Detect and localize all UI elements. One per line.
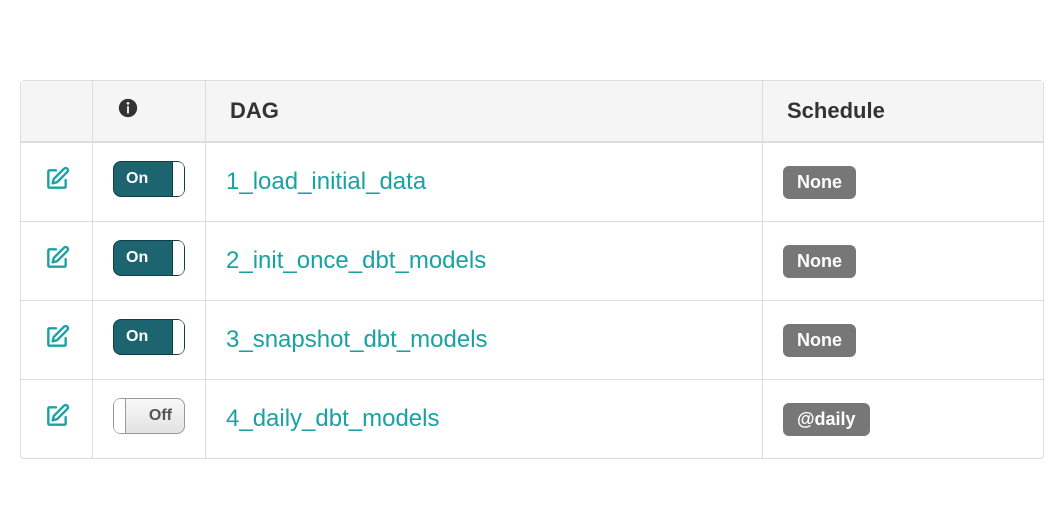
toggle-handle: [114, 399, 126, 433]
toggle-handle: [172, 241, 184, 275]
dag-link[interactable]: 2_init_once_dbt_models: [226, 247, 486, 274]
dag-table: DAG Schedule On 1_load_initial_data None: [20, 80, 1044, 459]
header-schedule: Schedule: [763, 81, 1043, 143]
dag-link[interactable]: 1_load_initial_data: [226, 168, 426, 195]
toggle-label: On: [126, 170, 148, 188]
pencil-icon: [48, 170, 65, 187]
dag-toggle[interactable]: On: [113, 161, 185, 197]
schedule-badge[interactable]: @daily: [783, 403, 870, 436]
edit-button[interactable]: [44, 403, 70, 429]
dag-row: On 3_snapshot_dbt_models None: [21, 301, 1043, 380]
dag-row: Off 4_daily_dbt_models @daily: [21, 380, 1043, 458]
pencil-icon: [48, 407, 65, 424]
schedule-badge[interactable]: None: [783, 166, 856, 199]
dag-toggle[interactable]: Off: [113, 398, 185, 434]
toggle-label: On: [126, 328, 148, 346]
pencil-icon: [48, 249, 65, 266]
toggle-label: On: [126, 249, 148, 267]
table-header-row: DAG Schedule: [21, 81, 1043, 143]
dag-toggle[interactable]: On: [113, 240, 185, 276]
schedule-badge[interactable]: None: [783, 324, 856, 357]
header-edit: [21, 81, 93, 143]
edit-button[interactable]: [44, 324, 70, 350]
toggle-label: Off: [149, 407, 172, 425]
header-dag: DAG: [206, 81, 763, 143]
edit-button[interactable]: [44, 166, 70, 192]
header-info: [93, 81, 206, 143]
toggle-handle: [172, 320, 184, 354]
dag-toggle[interactable]: On: [113, 319, 185, 355]
info-icon: [117, 97, 139, 125]
schedule-badge[interactable]: None: [783, 245, 856, 278]
pencil-icon: [48, 328, 65, 345]
dag-link[interactable]: 4_daily_dbt_models: [226, 405, 439, 432]
dag-row: On 1_load_initial_data None: [21, 143, 1043, 222]
dag-link[interactable]: 3_snapshot_dbt_models: [226, 326, 488, 353]
dag-row: On 2_init_once_dbt_models None: [21, 222, 1043, 301]
edit-button[interactable]: [44, 245, 70, 271]
toggle-handle: [172, 162, 184, 196]
